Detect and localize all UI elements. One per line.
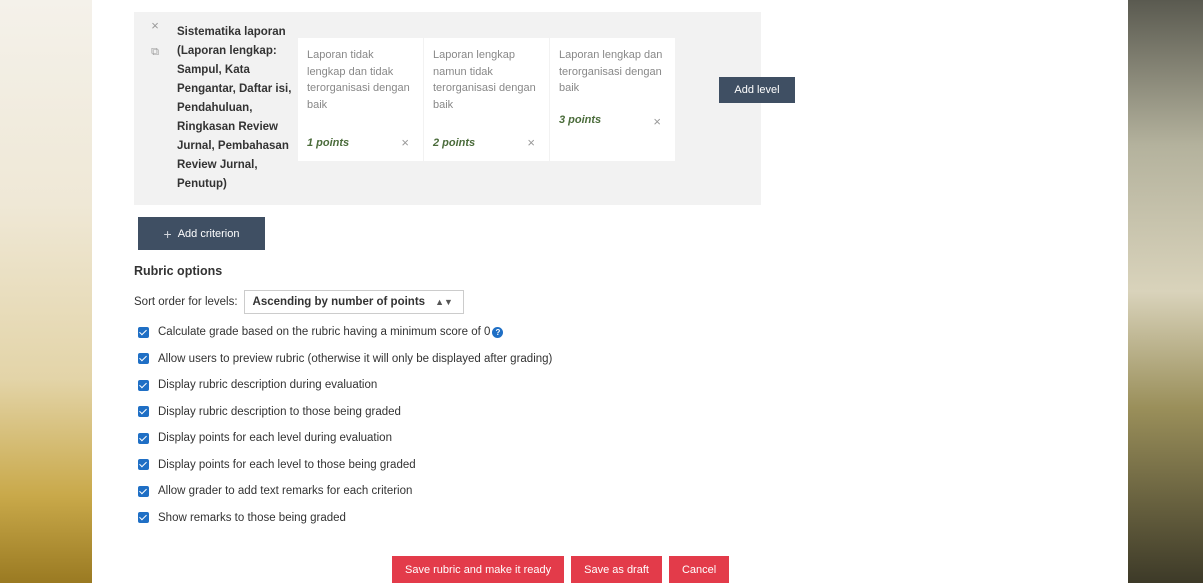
sort-order-value: Ascending by number of points (252, 296, 426, 308)
add-criterion-label: Add criterion (177, 227, 240, 240)
background-right (1128, 0, 1203, 583)
option-label: Calculate grade based on the rubric havi… (158, 326, 491, 339)
save-draft-button[interactable]: Save as draft (571, 556, 662, 583)
option-label: Display points for each level during eva… (158, 432, 392, 445)
delete-criterion-icon[interactable]: × (147, 18, 163, 34)
option-checkbox[interactable] (138, 432, 149, 444)
option-checkbox[interactable] (138, 353, 149, 365)
delete-level-icon[interactable]: × (653, 114, 661, 129)
cancel-button[interactable]: Cancel (668, 556, 730, 583)
option-row: Calculate grade based on the rubric havi… (138, 319, 552, 346)
rubric-options-list: Calculate grade based on the rubric havi… (138, 319, 552, 531)
option-row: Allow grader to add text remarks for eac… (138, 478, 552, 505)
option-label: Show remarks to those being graded (158, 511, 346, 524)
option-row: Display rubric description to those bein… (138, 399, 552, 426)
option-row: Display points for each level to those b… (138, 452, 552, 479)
option-row: Allow users to preview rubric (otherwise… (138, 346, 552, 373)
help-icon[interactable]: ? (492, 326, 504, 338)
rubric-editor: × ⧉ Sistematika laporan (Laporan lengkap… (92, 0, 1128, 583)
sort-order-label: Sort order for levels: (134, 296, 238, 308)
level-points[interactable]: 1 points (307, 137, 349, 149)
option-label: Display rubric description during evalua… (158, 379, 378, 392)
option-label: Display rubric description to those bein… (158, 405, 401, 418)
delete-level-icon[interactable]: × (527, 135, 535, 150)
level-definition[interactable]: Laporan tidak lengkap dan tidak terorgan… (307, 47, 415, 113)
criterion-controls: × ⧉ (147, 18, 163, 60)
option-checkbox[interactable] (138, 512, 149, 524)
level-cell[interactable]: Laporan lengkap dan terorganisasi dengan… (550, 38, 675, 161)
sort-order-row: Sort order for levels: Ascending by numb… (134, 290, 464, 314)
option-row: Display points for each level during eva… (138, 425, 552, 452)
criterion-row: × ⧉ Sistematika laporan (Laporan lengkap… (134, 12, 795, 205)
option-label: Allow users to preview rubric (otherwise… (158, 352, 553, 365)
form-actions: Save rubric and make it ready Save as dr… (392, 556, 730, 583)
level-points[interactable]: 2 points (433, 137, 475, 149)
criterion-levels: Laporan tidak lengkap dan tidak terorgan… (298, 38, 676, 161)
select-caret-icon: ▲▼ (435, 297, 453, 307)
option-checkbox[interactable] (138, 379, 149, 391)
option-checkbox[interactable] (138, 406, 149, 418)
criterion-description[interactable]: Sistematika laporan (Laporan lengkap: Sa… (177, 23, 297, 194)
save-ready-button[interactable]: Save rubric and make it ready (392, 556, 565, 583)
rubric-options-title: Rubric options (134, 264, 223, 278)
add-level-button[interactable]: Add level (719, 77, 795, 103)
option-label: Display points for each level to those b… (158, 458, 416, 471)
level-definition[interactable]: Laporan lengkap namun tidak terorganisas… (433, 47, 541, 113)
option-checkbox[interactable] (138, 326, 149, 338)
delete-level-icon[interactable]: × (401, 135, 409, 150)
level-cell[interactable]: Laporan lengkap namun tidak terorganisas… (424, 38, 549, 161)
option-checkbox[interactable] (138, 485, 149, 497)
level-points[interactable]: 3 points (559, 114, 601, 126)
add-criterion-button[interactable]: + Add criterion (138, 217, 265, 250)
option-row: Show remarks to those being graded (138, 505, 552, 532)
option-label: Allow grader to add text remarks for eac… (158, 485, 413, 498)
level-cell[interactable]: Laporan tidak lengkap dan tidak terorgan… (298, 38, 423, 161)
background-left (0, 0, 92, 583)
option-checkbox[interactable] (138, 459, 149, 471)
sort-order-select[interactable]: Ascending by number of points ▲▼ (243, 290, 464, 314)
level-definition[interactable]: Laporan lengkap dan terorganisasi dengan… (559, 47, 667, 97)
option-row: Display rubric description during evalua… (138, 372, 552, 399)
plus-icon: + (163, 225, 172, 242)
duplicate-criterion-icon[interactable]: ⧉ (147, 44, 163, 60)
